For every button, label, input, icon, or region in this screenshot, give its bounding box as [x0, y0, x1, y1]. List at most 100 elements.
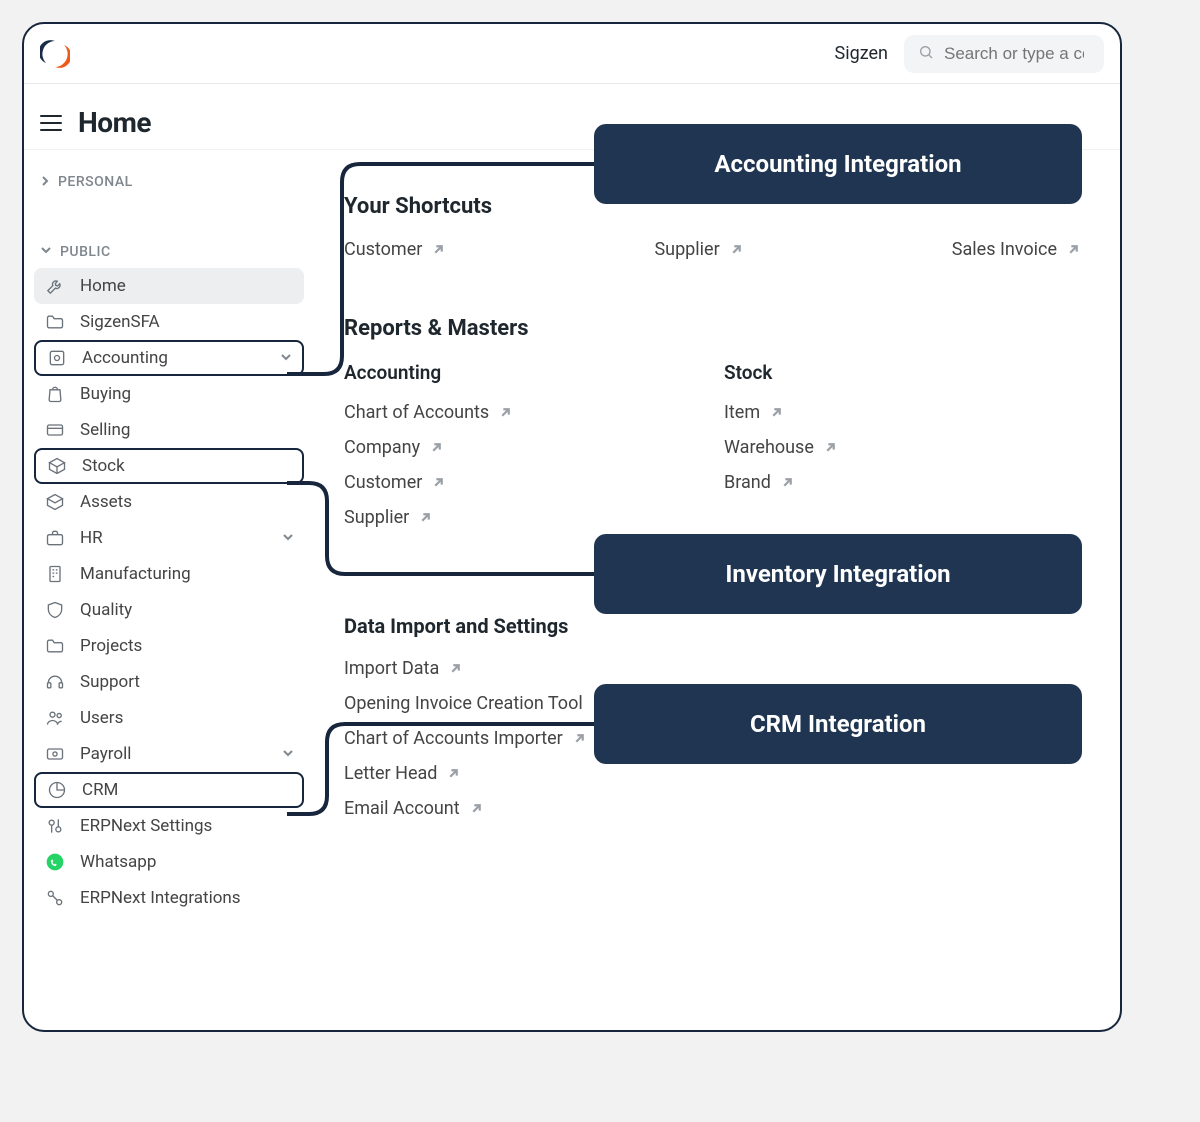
sidebar-item-home[interactable]: Home	[34, 268, 304, 304]
shortcut-label: Sales Invoice	[952, 239, 1057, 260]
external-link-icon	[432, 243, 445, 256]
box-icon	[46, 455, 68, 477]
sidebar-item-selling[interactable]: Selling	[34, 412, 304, 448]
sidebar-item-label: Users	[80, 708, 123, 728]
hamburger-icon[interactable]	[40, 115, 62, 131]
external-link-icon	[419, 511, 432, 524]
shortcut-sales-invoice[interactable]: Sales Invoice	[952, 239, 1080, 260]
chevron-down-icon	[282, 744, 294, 764]
link-warehouse[interactable]: Warehouse	[724, 437, 984, 458]
link-chart-of-accounts[interactable]: Chart of Accounts	[344, 402, 604, 423]
company-name[interactable]: Sigzen	[835, 43, 888, 64]
callout-inventory: Inventory Integration	[594, 534, 1082, 614]
chevron-down-icon	[40, 244, 52, 260]
shortcut-customer[interactable]: Customer	[344, 239, 445, 260]
sidebar-item-label: ERPNext Settings	[80, 816, 212, 836]
sidebar-item-label: Projects	[80, 636, 142, 656]
col-title-stock: Stock	[724, 361, 984, 384]
headset-icon	[44, 671, 66, 693]
sidebar-item-label: Home	[80, 276, 126, 296]
sidebar-item-label: HR	[80, 528, 103, 548]
page-title: Home	[78, 106, 151, 139]
sidebar-item-label: Support	[80, 672, 140, 692]
reports-col-stock: Stock Item Warehouse Brand	[724, 361, 984, 542]
sidebar-item-manufacturing[interactable]: Manufacturing	[34, 556, 304, 592]
chevron-down-icon	[282, 528, 294, 548]
external-link-icon	[824, 441, 837, 454]
sidebar-item-payroll[interactable]: Payroll	[34, 736, 304, 772]
external-link-icon	[499, 406, 512, 419]
link-supplier[interactable]: Supplier	[344, 507, 604, 528]
ledger-icon	[46, 347, 68, 369]
sidebar-item-erpnext-settings[interactable]: ERPNext Settings	[34, 808, 304, 844]
sidebar: PERSONAL PUBLIC Home SigzenSFA Accountin…	[24, 150, 314, 1026]
sidebar-group-personal-label: PERSONAL	[58, 174, 133, 190]
sidebar-item-label: Accounting	[82, 348, 168, 368]
sidebar-item-projects[interactable]: Projects	[34, 628, 304, 664]
external-link-icon	[573, 732, 586, 745]
briefcase-icon	[44, 527, 66, 549]
sidebar-item-label: Whatsapp	[80, 852, 156, 872]
sidebar-group-public[interactable]: PUBLIC	[34, 238, 304, 268]
sidebar-item-erpnext-integrations[interactable]: ERPNext Integrations	[34, 880, 304, 916]
external-link-icon	[781, 476, 794, 489]
sidebar-item-users[interactable]: Users	[34, 700, 304, 736]
link-email-account[interactable]: Email Account	[344, 798, 1090, 819]
external-link-icon	[447, 767, 460, 780]
shield-icon	[44, 599, 66, 621]
callout-crm: CRM Integration	[594, 684, 1082, 764]
link-import-data[interactable]: Import Data	[344, 658, 1090, 679]
external-link-icon	[730, 243, 743, 256]
sidebar-item-label: Manufacturing	[80, 564, 191, 584]
money-icon	[44, 743, 66, 765]
sidebar-item-assets[interactable]: Assets	[34, 484, 304, 520]
folder-icon	[44, 311, 66, 333]
sidebar-item-quality[interactable]: Quality	[34, 592, 304, 628]
sidebar-item-whatsapp[interactable]: Whatsapp	[34, 844, 304, 880]
shortcut-label: Customer	[344, 239, 422, 260]
tools-icon	[44, 275, 66, 297]
chevron-right-icon	[40, 174, 50, 190]
external-link-icon	[430, 441, 443, 454]
folder-icon	[44, 635, 66, 657]
shortcuts-row: Customer Supplier Sales Invoice	[344, 239, 1090, 260]
sidebar-item-accounting[interactable]: Accounting	[34, 340, 304, 376]
sidebar-item-label: Stock	[82, 456, 125, 476]
search-input[interactable]	[944, 44, 1084, 64]
link-brand[interactable]: Brand	[724, 472, 984, 493]
search-icon	[918, 44, 934, 64]
sidebar-group-personal[interactable]: PERSONAL	[34, 168, 304, 210]
sidebar-item-label: Quality	[80, 600, 132, 620]
link-customer[interactable]: Customer	[344, 472, 604, 493]
data-import-title: Data Import and Settings	[344, 614, 1090, 638]
building-icon	[44, 563, 66, 585]
sidebar-item-buying[interactable]: Buying	[34, 376, 304, 412]
sidebar-item-label: ERPNext Integrations	[80, 888, 241, 908]
search-box[interactable]	[904, 35, 1104, 73]
external-link-icon	[770, 406, 783, 419]
sidebar-item-label: SigzenSFA	[80, 312, 160, 332]
link-company[interactable]: Company	[344, 437, 604, 458]
sidebar-item-sigzensfa[interactable]: SigzenSFA	[34, 304, 304, 340]
sidebar-item-label: CRM	[82, 780, 118, 800]
link-letter-head[interactable]: Letter Head	[344, 763, 1090, 784]
sidebar-item-crm[interactable]: CRM	[34, 772, 304, 808]
sidebar-item-label: Payroll	[80, 744, 131, 764]
sidebar-item-stock[interactable]: Stock	[34, 448, 304, 484]
reports-col-accounting: Accounting Chart of Accounts Company Cus…	[344, 361, 604, 542]
sidebar-item-hr[interactable]: HR	[34, 520, 304, 556]
shortcut-supplier[interactable]: Supplier	[654, 239, 742, 260]
external-link-icon	[470, 802, 483, 815]
topbar: Sigzen	[24, 24, 1120, 84]
callout-accounting: Accounting Integration	[594, 124, 1082, 204]
sidebar-group-public-label: PUBLIC	[60, 244, 111, 260]
col-title-accounting: Accounting	[344, 361, 604, 384]
sidebar-item-support[interactable]: Support	[34, 664, 304, 700]
cube-icon	[44, 491, 66, 513]
external-link-icon	[432, 476, 445, 489]
reports-columns: Accounting Chart of Accounts Company Cus…	[344, 361, 1090, 542]
logo-icon	[40, 39, 70, 69]
link-item[interactable]: Item	[724, 402, 984, 423]
bag-icon	[44, 383, 66, 405]
users-icon	[44, 707, 66, 729]
